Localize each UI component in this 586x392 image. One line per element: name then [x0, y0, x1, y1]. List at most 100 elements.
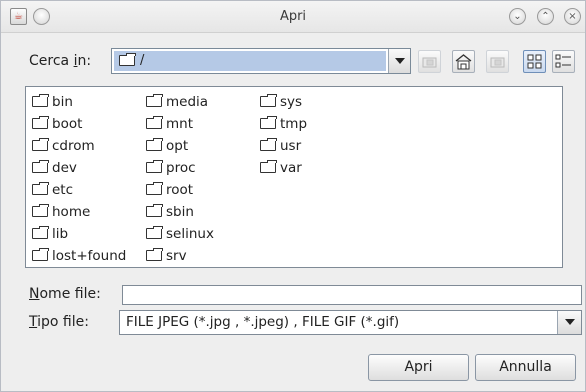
folder-icon	[260, 160, 277, 173]
list-item-label: tmp	[280, 116, 308, 132]
home-icon	[455, 54, 472, 70]
list-item[interactable]: bin	[32, 92, 73, 112]
look-in-label: Cerca in:	[29, 53, 91, 69]
list-item[interactable]: selinux	[146, 224, 214, 244]
list-item[interactable]: opt	[146, 136, 188, 156]
list-item-label: selinux	[166, 226, 214, 242]
new-folder-button[interactable]	[486, 50, 509, 73]
folder-icon	[32, 226, 49, 239]
folder-icon	[146, 182, 163, 195]
list-view-button[interactable]	[523, 50, 546, 73]
list-item[interactable]: home	[32, 202, 90, 222]
list-item-label: root	[166, 182, 194, 198]
folder-icon	[146, 116, 163, 129]
list-item[interactable]: media	[146, 92, 208, 112]
file-name-label: Nome file:	[29, 286, 101, 302]
folder-icon	[119, 53, 136, 66]
folder-icon	[146, 138, 163, 151]
list-item[interactable]: srv	[146, 246, 187, 266]
details-view-button[interactable]	[552, 50, 575, 73]
list-item-label: lost+found	[52, 248, 127, 264]
list-item-label: lib	[52, 226, 69, 242]
list-item[interactable]: lib	[32, 224, 68, 244]
list-item-label: opt	[166, 138, 189, 154]
up-folder-button[interactable]	[418, 50, 441, 73]
new-folder-icon	[490, 57, 505, 68]
look-in-combo[interactable]: /	[111, 48, 411, 74]
list-item-label: sbin	[166, 204, 194, 220]
folder-icon	[146, 204, 163, 217]
list-item-label: boot	[52, 116, 83, 132]
maximize-icon[interactable]: ⌃	[537, 8, 554, 25]
open-button[interactable]: Apri	[368, 354, 469, 381]
details-view-icon	[555, 54, 571, 68]
title-bar: Apri ☕ ⌄ ⌃ ×	[1, 1, 585, 33]
list-item-label: bin	[52, 94, 73, 110]
look-in-label-suffix: n:	[77, 53, 92, 69]
look-in-selection	[114, 51, 386, 71]
file-type-selected: FILE JPEG (*.jpg , *.jpeg) , FILE GIF (*…	[126, 314, 400, 330]
close-icon[interactable]: ×	[564, 8, 581, 25]
folder-icon	[146, 94, 163, 107]
folder-icon	[146, 248, 163, 261]
chevron-down-icon	[395, 58, 405, 64]
file-chooser-dialog: Apri ☕ ⌄ ⌃ × Cerca in: / bin boot cdrom …	[0, 0, 586, 392]
home-button[interactable]	[452, 50, 475, 73]
list-item[interactable]: cdrom	[32, 136, 95, 156]
window-title: Apri	[279, 9, 307, 24]
folder-icon	[32, 248, 49, 261]
list-item[interactable]: sbin	[146, 202, 194, 222]
minimize-icon[interactable]: ⌄	[509, 8, 526, 25]
look-in-dropdown-button[interactable]	[388, 49, 410, 73]
list-item-label: var	[280, 160, 302, 176]
list-item[interactable]: lost+found	[32, 246, 126, 266]
file-type-combo[interactable]: FILE JPEG (*.jpg , *.jpeg) , FILE GIF (*…	[119, 310, 582, 335]
list-item[interactable]: boot	[32, 114, 82, 134]
window-menu-icon[interactable]	[33, 8, 50, 25]
folder-icon	[260, 138, 277, 151]
file-type-label-rest: ipo file:	[37, 314, 89, 330]
list-item[interactable]: sys	[260, 92, 302, 112]
java-app-icon[interactable]: ☕	[10, 8, 27, 25]
look-in-label-prefix: Cerca	[29, 53, 74, 69]
folder-icon	[146, 160, 163, 173]
file-name-input[interactable]	[122, 285, 582, 305]
list-item[interactable]: root	[146, 180, 193, 200]
folder-icon	[32, 160, 49, 173]
file-type-dropdown-button[interactable]	[557, 311, 581, 334]
list-item-label: proc	[166, 160, 196, 176]
cancel-button[interactable]: Annulla	[475, 354, 576, 381]
folder-icon	[32, 182, 49, 195]
file-type-label-mnemonic: T	[29, 314, 38, 330]
folder-icon	[32, 138, 49, 151]
list-item[interactable]: dev	[32, 158, 77, 178]
list-item-label: usr	[280, 138, 302, 154]
list-view-icon	[527, 54, 542, 69]
list-item-label: mnt	[166, 116, 193, 132]
file-list[interactable]: bin boot cdrom dev etc home lib lost+fou…	[25, 86, 563, 268]
chevron-down-icon	[565, 319, 575, 325]
file-type-label: Tipo file:	[29, 314, 89, 330]
list-item[interactable]: proc	[146, 158, 196, 178]
file-name-label-mnemonic: N	[29, 286, 40, 302]
list-item-label: sys	[280, 94, 303, 110]
list-item-label: srv	[166, 248, 187, 264]
folder-icon	[32, 94, 49, 107]
list-item-label: etc	[52, 182, 74, 198]
list-item[interactable]: var	[260, 158, 302, 178]
list-item-label: media	[166, 94, 209, 110]
list-item-label: home	[52, 204, 91, 220]
folder-icon	[32, 204, 49, 217]
list-item-label: dev	[52, 160, 77, 176]
file-name-label-rest: ome file:	[39, 286, 101, 302]
folder-icon	[260, 94, 277, 107]
folder-icon	[260, 116, 277, 129]
list-item[interactable]: tmp	[260, 114, 307, 134]
list-item[interactable]: etc	[32, 180, 73, 200]
list-item[interactable]: mnt	[146, 114, 193, 134]
folder-icon	[146, 226, 163, 239]
up-folder-icon	[422, 57, 437, 68]
list-item-label: cdrom	[52, 138, 95, 154]
list-item[interactable]: usr	[260, 136, 301, 156]
look-in-path: /	[140, 53, 145, 68]
